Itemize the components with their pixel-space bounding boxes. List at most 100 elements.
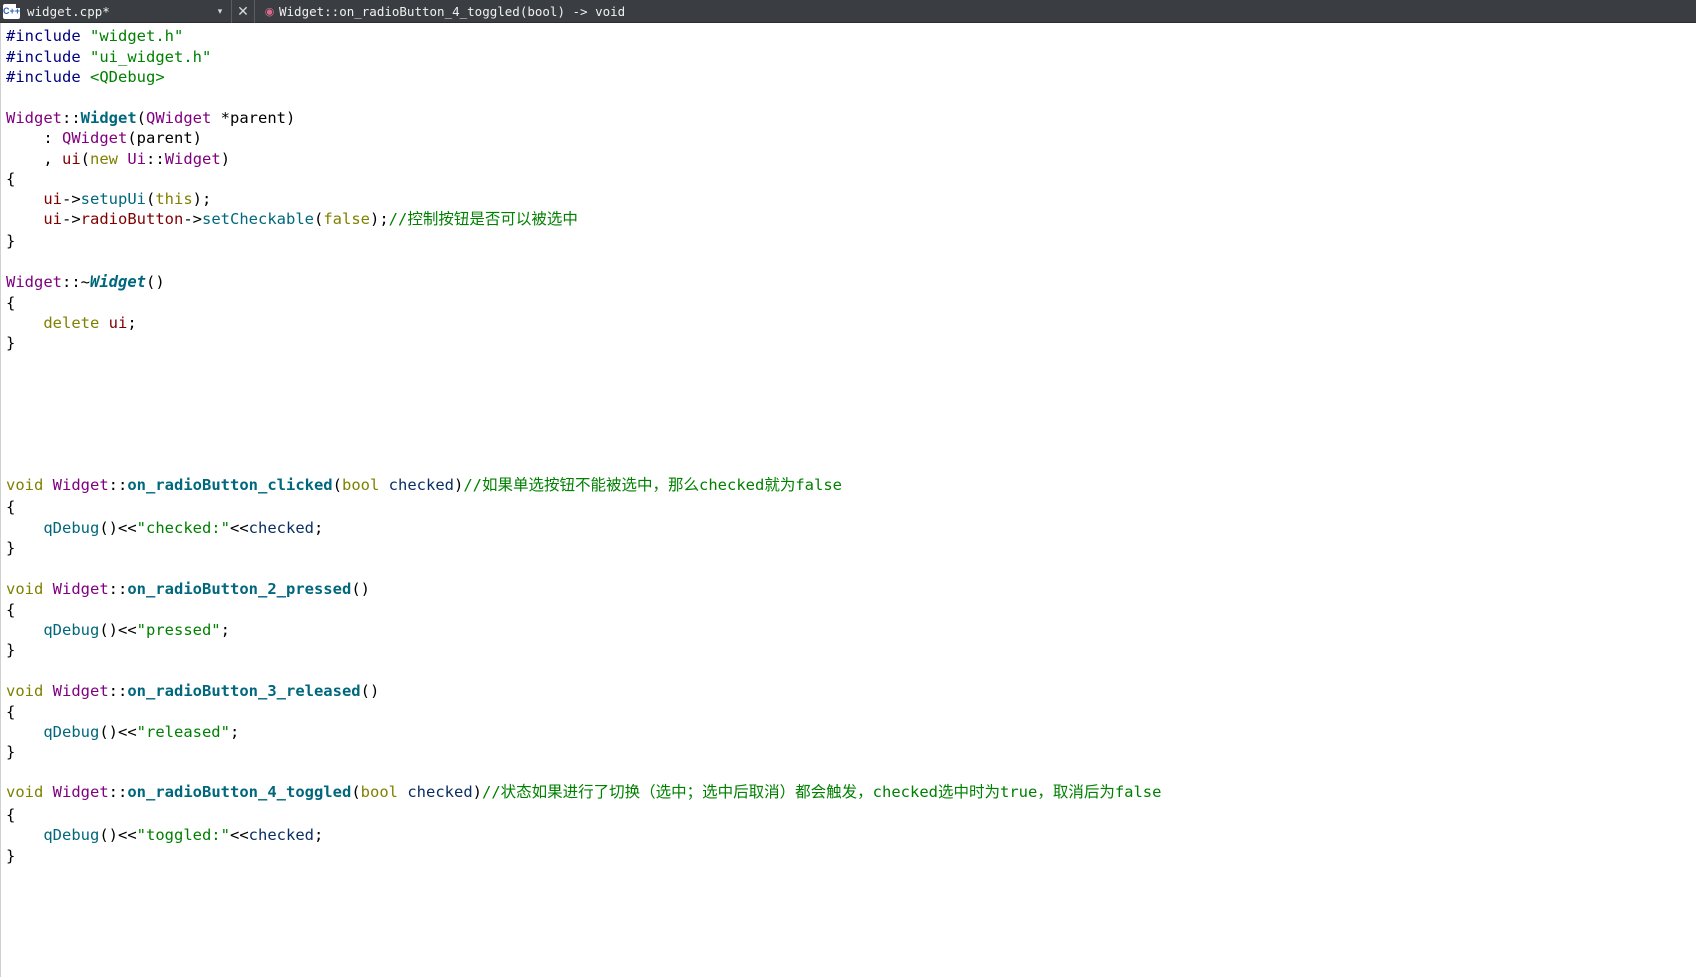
toolbar-separator bbox=[254, 0, 255, 23]
code-token: QWidget bbox=[146, 109, 212, 127]
code-token: setCheckable bbox=[202, 210, 314, 228]
code-line: void Widget::on_radioButton_3_released() bbox=[6, 681, 379, 701]
code-token: Widget bbox=[52, 783, 109, 801]
code-token: ()<< bbox=[99, 826, 137, 844]
code-token: setupUi bbox=[80, 190, 146, 208]
code-token: //控制按钮是否可以被选中 bbox=[388, 210, 578, 228]
code-token: void bbox=[6, 783, 44, 801]
chevron-down-icon[interactable]: ▾ bbox=[212, 6, 228, 17]
code-token: ; bbox=[313, 519, 324, 537]
code-token: qDebug bbox=[43, 826, 100, 844]
code-token: << bbox=[229, 826, 249, 844]
code-token: ( bbox=[313, 210, 324, 228]
code-token: , bbox=[6, 150, 62, 168]
code-line: void Widget::on_radioButton_4_toggled(bo… bbox=[6, 782, 1161, 802]
code-token: << bbox=[229, 519, 249, 537]
code-token: :: bbox=[108, 476, 128, 494]
code-line: , ui(new Ui::Widget) bbox=[6, 149, 230, 169]
code-token: void bbox=[6, 682, 44, 700]
code-token: checked bbox=[407, 783, 473, 801]
open-document-selector[interactable]: widget.cpp* bbox=[27, 4, 212, 19]
code-token: Widget bbox=[164, 150, 221, 168]
code-token: ()<< bbox=[99, 519, 137, 537]
code-token: #include bbox=[6, 68, 90, 86]
code-token: "released" bbox=[136, 723, 230, 741]
code-token: ui bbox=[108, 314, 128, 332]
code-token: checked bbox=[388, 476, 454, 494]
code-token: :: bbox=[108, 783, 128, 801]
code-editor[interactable]: #include "widget.h" #include "ui_widget.… bbox=[0, 23, 1696, 977]
code-line: } bbox=[6, 333, 15, 353]
code-token: } bbox=[6, 334, 16, 352]
code-token: ) bbox=[454, 476, 464, 494]
code-token: () bbox=[360, 682, 380, 700]
code-line: #include <QDebug> bbox=[6, 67, 165, 87]
code-token: ) bbox=[472, 783, 482, 801]
code-token: Widget bbox=[6, 273, 62, 291]
code-token: ::~ bbox=[62, 273, 90, 291]
code-token: Widget bbox=[52, 580, 109, 598]
code-token: Widget bbox=[52, 682, 109, 700]
code-token: ui bbox=[43, 190, 62, 208]
code-line: } bbox=[6, 538, 15, 558]
code-token: ( bbox=[80, 150, 91, 168]
toolbar-separator bbox=[231, 0, 232, 23]
code-line: void Widget::on_radioButton_2_pressed() bbox=[6, 579, 370, 599]
code-token: "ui_widget.h" bbox=[90, 48, 212, 66]
code-token: on_radioButton_clicked bbox=[127, 476, 333, 494]
code-token: *parent) bbox=[211, 109, 296, 127]
code-token: radioButton bbox=[80, 210, 184, 228]
code-token: new bbox=[90, 150, 119, 168]
code-token: //状态如果进行了切换（选中；选中后取消）都会触发，checked选中时为tru… bbox=[482, 783, 1162, 801]
code-token: { bbox=[6, 170, 16, 188]
code-line: { bbox=[6, 600, 15, 620]
code-token: this bbox=[155, 190, 193, 208]
code-token: -> bbox=[62, 190, 81, 208]
code-token: (parent) bbox=[127, 129, 202, 147]
close-document-icon[interactable]: ✕ bbox=[235, 3, 251, 20]
code-token: on_radioButton_2_pressed bbox=[127, 580, 352, 598]
code-token: ; bbox=[229, 723, 240, 741]
code-line: { bbox=[6, 805, 15, 825]
code-token: ui bbox=[62, 150, 81, 168]
code-line: qDebug()<<"checked:"<<checked; bbox=[6, 518, 323, 538]
code-line: ui->radioButton->setCheckable(false);//控… bbox=[6, 209, 578, 229]
code-token: checked bbox=[248, 519, 314, 537]
code-token: Widget bbox=[6, 109, 62, 127]
code-line: Widget::~Widget() bbox=[6, 272, 165, 292]
code-token: <QDebug> bbox=[90, 68, 165, 86]
code-token: qDebug bbox=[43, 723, 100, 741]
code-token: "toggled:" bbox=[136, 826, 230, 844]
code-token: on_radioButton_3_released bbox=[127, 682, 361, 700]
code-token: Widget bbox=[52, 476, 109, 494]
code-token: QWidget bbox=[62, 129, 128, 147]
code-token: Ui bbox=[127, 150, 147, 168]
code-token: :: bbox=[146, 150, 165, 168]
code-token: { bbox=[6, 703, 16, 721]
code-token: ( bbox=[332, 476, 342, 494]
code-token: "widget.h" bbox=[90, 27, 184, 45]
code-token: "checked:" bbox=[136, 519, 230, 537]
code-token: : bbox=[6, 129, 62, 147]
code-line: } bbox=[6, 742, 15, 762]
current-symbol-selector[interactable]: Widget::on_radioButton_4_toggled(bool) -… bbox=[279, 4, 625, 19]
code-token: ; bbox=[313, 826, 324, 844]
code-token: -> bbox=[62, 210, 81, 228]
code-token: ( bbox=[146, 190, 156, 208]
code-token: () bbox=[146, 273, 165, 291]
code-token: { bbox=[6, 601, 16, 619]
code-token: void bbox=[6, 580, 44, 598]
code-line: { bbox=[6, 702, 15, 722]
code-line: #include "ui_widget.h" bbox=[6, 47, 211, 67]
code-line: } bbox=[6, 231, 15, 251]
code-token: false bbox=[323, 210, 370, 228]
code-token: qDebug bbox=[43, 519, 100, 537]
code-token: #include bbox=[6, 27, 90, 45]
